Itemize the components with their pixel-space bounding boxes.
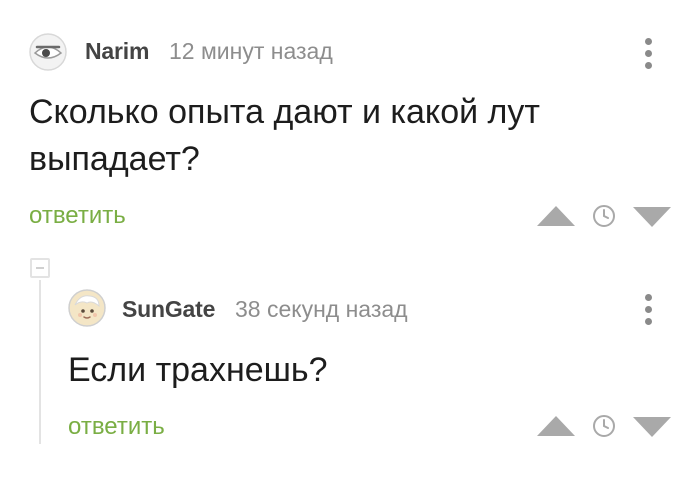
comment-time[interactable]: 12 минут назад xyxy=(169,38,333,65)
face-avatar-icon xyxy=(68,289,106,327)
comment: Narim 12 минут назад Сколько опыта дают … xyxy=(0,0,700,250)
vote-up-icon[interactable] xyxy=(537,206,575,226)
vote-down-icon[interactable] xyxy=(633,417,671,437)
comment-author[interactable]: SunGate xyxy=(122,296,215,323)
more-options-icon[interactable] xyxy=(641,292,655,328)
user-avatar[interactable] xyxy=(29,33,67,71)
more-options-icon[interactable] xyxy=(641,36,655,72)
comment-reply: SunGate 38 секунд назад Если трахнешь? о… xyxy=(0,255,700,492)
vote-up-icon[interactable] xyxy=(537,416,575,436)
comment-author[interactable]: Narim xyxy=(85,38,149,65)
user-avatar[interactable] xyxy=(68,289,106,327)
comment-time[interactable]: 38 секунд назад xyxy=(235,296,408,323)
comment-text: Если трахнешь? xyxy=(68,351,328,389)
comment-text: Сколько опыта дают и какой лут выпадает? xyxy=(29,93,540,178)
clock-icon[interactable] xyxy=(592,204,616,228)
clock-icon[interactable] xyxy=(592,414,616,438)
reply-link[interactable]: ответить xyxy=(29,202,126,230)
eye-avatar-icon xyxy=(29,33,67,71)
reply-link[interactable]: ответить xyxy=(68,413,165,441)
vote-down-icon[interactable] xyxy=(633,207,671,227)
